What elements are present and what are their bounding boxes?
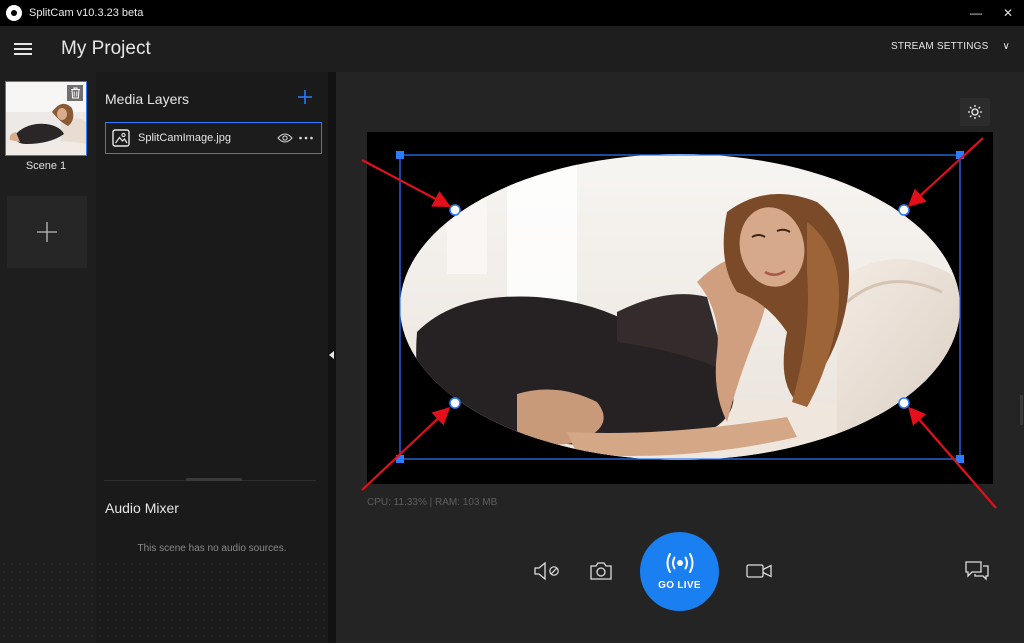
chat-button[interactable] bbox=[962, 556, 992, 586]
title-bar: SplitCam v10.3.23 beta — ✕ bbox=[0, 0, 1024, 26]
brightness-button[interactable] bbox=[960, 98, 990, 126]
audio-mute-button[interactable] bbox=[532, 556, 562, 586]
more-options-icon[interactable] bbox=[298, 132, 314, 144]
scene-card-1[interactable] bbox=[5, 81, 87, 156]
audio-mixer-empty-text: This scene has no audio sources. bbox=[137, 543, 287, 554]
preview-canvas[interactable] bbox=[367, 132, 993, 484]
snapshot-button[interactable] bbox=[586, 556, 616, 586]
delete-scene-button[interactable] bbox=[67, 85, 83, 101]
audio-mixer-title: Audio Mixer bbox=[105, 500, 179, 516]
window-title: SplitCam v10.3.23 beta bbox=[29, 7, 144, 19]
camera-icon bbox=[590, 562, 612, 580]
speaker-mute-icon bbox=[534, 561, 559, 581]
bottom-controls: GO LIVE bbox=[336, 530, 1024, 643]
media-layers-title: Media Layers bbox=[105, 91, 190, 107]
performance-stats: CPU: 11.33% | RAM: 103 MB bbox=[367, 497, 498, 508]
dotted-background bbox=[0, 560, 328, 643]
go-live-label: GO LIVE bbox=[658, 580, 701, 591]
chevron-down-icon: ∨ bbox=[1002, 41, 1010, 52]
layers-panel: Media Layers SplitCamImage.jpg Audio Mix… bbox=[96, 72, 328, 643]
collapse-arrow-icon[interactable] bbox=[329, 351, 334, 359]
record-button[interactable] bbox=[744, 556, 774, 586]
scrollbar[interactable] bbox=[1020, 395, 1023, 425]
scene-label: Scene 1 bbox=[25, 160, 67, 172]
chat-icon bbox=[965, 561, 989, 581]
broadcast-icon bbox=[666, 553, 693, 573]
panel-splitter-handle[interactable] bbox=[186, 478, 242, 481]
layer-item[interactable]: SplitCamImage.jpg bbox=[105, 122, 322, 154]
plus-icon bbox=[37, 222, 57, 242]
go-live-button[interactable]: GO LIVE bbox=[640, 532, 719, 611]
close-button[interactable]: ✕ bbox=[992, 0, 1024, 26]
project-title[interactable]: My Project bbox=[61, 38, 151, 60]
layer-name: SplitCamImage.jpg bbox=[138, 132, 231, 144]
video-camera-icon bbox=[746, 564, 772, 578]
stream-settings-button[interactable]: STREAM SETTINGS ∨ bbox=[891, 41, 1010, 52]
eye-icon[interactable] bbox=[277, 132, 293, 144]
app-header: My Project STREAM SETTINGS ∨ bbox=[0, 26, 1024, 72]
preview-image bbox=[367, 132, 993, 484]
trash-icon bbox=[70, 87, 80, 99]
minimize-button[interactable]: — bbox=[960, 0, 992, 26]
add-layer-plus-icon[interactable] bbox=[296, 88, 314, 106]
add-scene-button[interactable] bbox=[7, 196, 87, 268]
scenes-panel: Scene 1 bbox=[0, 72, 96, 643]
image-icon bbox=[112, 129, 130, 147]
hamburger-menu-icon[interactable] bbox=[14, 43, 32, 55]
stream-settings-label: STREAM SETTINGS bbox=[891, 41, 989, 52]
window-controls: — ✕ bbox=[960, 0, 1024, 26]
preview-area: CPU: 11.33% | RAM: 103 MB GO LIVE bbox=[336, 72, 1024, 643]
splitcam-logo-icon bbox=[6, 5, 22, 21]
brightness-icon bbox=[968, 105, 982, 119]
